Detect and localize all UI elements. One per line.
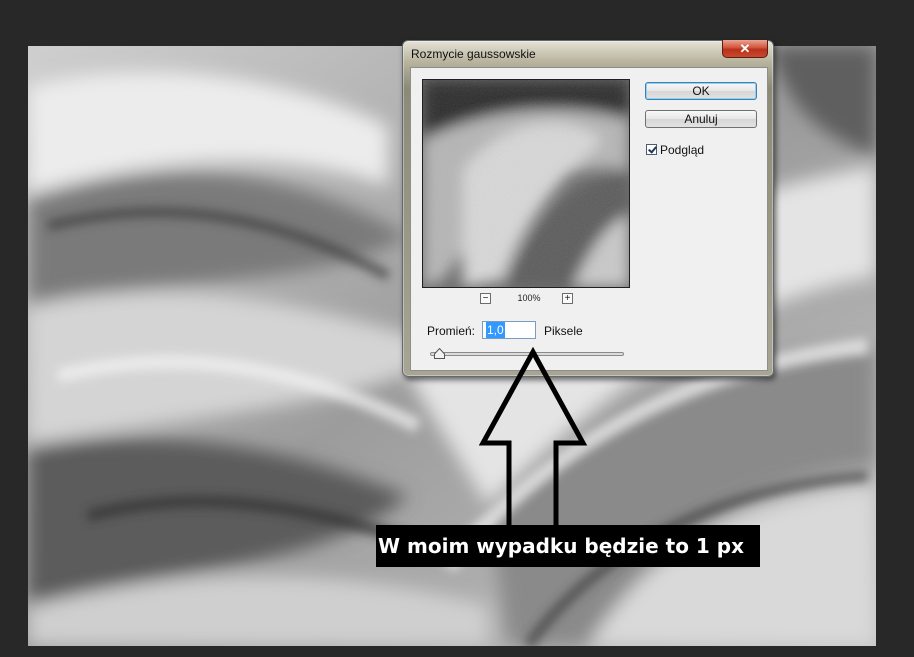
radius-slider-thumb[interactable]	[434, 348, 445, 359]
cancel-button[interactable]: Anuluj	[645, 110, 757, 128]
radius-input[interactable]: 1,0	[482, 321, 536, 339]
zoom-in-button[interactable]: +	[562, 293, 573, 304]
radius-label: Promień:	[427, 324, 476, 338]
radius-value: 1,0	[486, 322, 505, 338]
ok-button[interactable]: OK	[645, 82, 757, 100]
zoom-level: 100%	[517, 293, 541, 303]
preview-checkbox[interactable]	[646, 144, 657, 155]
close-button[interactable]: ✕	[722, 40, 768, 58]
dialog-body: − 100% + Promień: 1,0 Piksele OK Anuluj …	[410, 67, 768, 371]
dialog-title: Rozmycie gaussowskie	[411, 47, 536, 61]
gaussian-blur-dialog: Rozmycie gaussowskie ✕ − 100% + Promień:…	[402, 40, 774, 377]
radius-slider-track[interactable]	[430, 352, 624, 356]
annotation-caption: W moim wypadku będzie to 1 px	[376, 525, 760, 567]
unit-label: Piksele	[544, 324, 583, 338]
preview-image[interactable]	[422, 79, 630, 288]
preview-checkbox-row[interactable]: Podgląd	[646, 143, 704, 157]
zoom-out-button[interactable]: −	[480, 293, 491, 304]
preview-checkbox-label: Podgląd	[660, 143, 705, 157]
